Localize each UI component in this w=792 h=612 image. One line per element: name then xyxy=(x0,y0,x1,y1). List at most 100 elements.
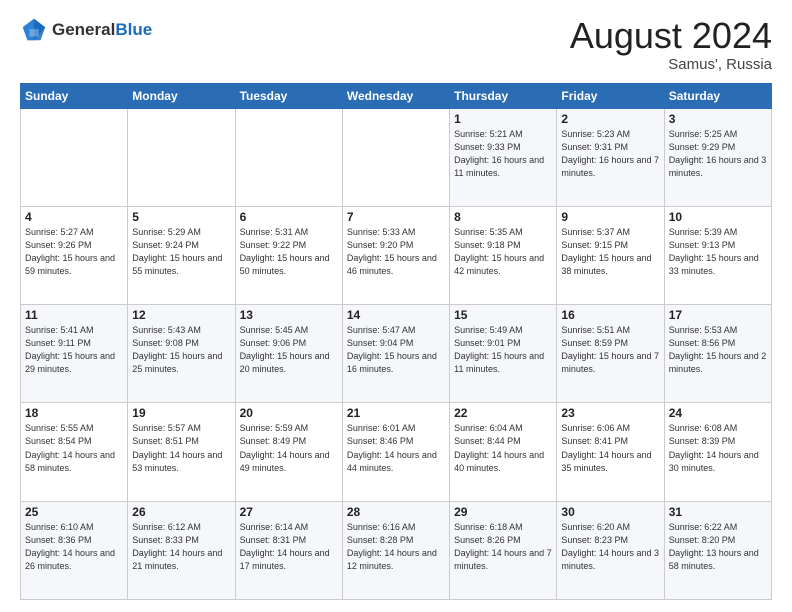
calendar-cell xyxy=(235,108,342,206)
calendar-cell xyxy=(128,108,235,206)
day-number: 18 xyxy=(25,406,123,420)
logo-blue: Blue xyxy=(115,20,152,39)
logo: GeneralBlue xyxy=(20,16,152,44)
day-info: Sunrise: 6:08 AMSunset: 8:39 PMDaylight:… xyxy=(669,422,767,474)
weekday-header-sunday: Sunday xyxy=(21,83,128,108)
logo-text: GeneralBlue xyxy=(52,21,152,40)
day-number: 11 xyxy=(25,308,123,322)
day-number: 31 xyxy=(669,505,767,519)
calendar-cell: 26 Sunrise: 6:12 AMSunset: 8:33 PMDayligh… xyxy=(128,501,235,599)
day-info: Sunrise: 6:04 AMSunset: 8:44 PMDaylight:… xyxy=(454,422,552,474)
header: GeneralBlue August 2024 Samus', Russia xyxy=(20,16,772,73)
calendar-cell xyxy=(21,108,128,206)
calendar-cell: 9Sunrise: 5:37 AMSunset: 9:15 PMDaylight… xyxy=(557,206,664,304)
day-info: Sunrise: 6:12 AMSunset: 8:33 PMDaylight:… xyxy=(132,521,230,573)
day-number: 14 xyxy=(347,308,445,322)
day-number: 27 xyxy=(240,505,338,519)
calendar-cell: 29Sunrise: 6:18 AMSunset: 8:26 PMDayligh… xyxy=(450,501,557,599)
day-info: Sunrise: 6:22 AMSunset: 8:20 PMDaylight:… xyxy=(669,521,767,573)
day-info: Sunrise: 5:21 AMSunset: 9:33 PMDaylight:… xyxy=(454,128,552,180)
calendar-cell: 31 Sunrise: 6:22 AMSunset: 8:20 PMDayligh… xyxy=(664,501,771,599)
calendar-cell: 5 Sunrise: 5:29 AMSunset: 9:24 PMDaylight… xyxy=(128,206,235,304)
day-info: Sunrise: 5:57 AMSunset: 8:51 PMDaylight:… xyxy=(132,422,230,474)
day-number: 22 xyxy=(454,406,552,420)
day-number: 23 xyxy=(561,406,659,420)
day-info: Sunrise: 5:41 AMSunset: 9:11 PMDaylight:… xyxy=(25,324,123,376)
day-info: Sunrise: 5:31 AMSunset: 9:22 PMDaylight:… xyxy=(240,226,338,278)
day-number: 24 xyxy=(669,406,767,420)
day-info: Sunrise: 6:18 AMSunset: 8:26 PMDaylight:… xyxy=(454,521,552,573)
day-info: Sunrise: 6:01 AMSunset: 8:46 PMDaylight:… xyxy=(347,422,445,474)
day-info: Sunrise: 5:29 AMSunset: 9:24 PMDaylight:… xyxy=(132,226,230,278)
day-number: 4 xyxy=(25,210,123,224)
day-info: Sunrise: 6:14 AMSunset: 8:31 PMDaylight:… xyxy=(240,521,338,573)
weekday-header-wednesday: Wednesday xyxy=(342,83,449,108)
calendar-week-5: 25 Sunrise: 6:10 AMSunset: 8:36 PMDayligh… xyxy=(21,501,772,599)
day-info: Sunrise: 5:53 AMSunset: 8:56 PMDaylight:… xyxy=(669,324,767,376)
calendar-cell: 23 Sunrise: 6:06 AMSunset: 8:41 PMDayligh… xyxy=(557,403,664,501)
day-info: Sunrise: 6:20 AMSunset: 8:23 PMDaylight:… xyxy=(561,521,659,573)
day-info: Sunrise: 5:39 AMSunset: 9:13 PMDaylight:… xyxy=(669,226,767,278)
day-number: 5 xyxy=(132,210,230,224)
day-number: 25 xyxy=(25,505,123,519)
day-info: Sunrise: 5:43 AMSunset: 9:08 PMDaylight:… xyxy=(132,324,230,376)
day-info: Sunrise: 5:55 AMSunset: 8:54 PMDaylight:… xyxy=(25,422,123,474)
day-number: 2 xyxy=(561,112,659,126)
day-number: 8 xyxy=(454,210,552,224)
weekday-header-thursday: Thursday xyxy=(450,83,557,108)
calendar-cell: 27 Sunrise: 6:14 AMSunset: 8:31 PMDayligh… xyxy=(235,501,342,599)
calendar-cell: 20Sunrise: 5:59 AMSunset: 8:49 PMDayligh… xyxy=(235,403,342,501)
day-info: Sunrise: 5:51 AMSunset: 8:59 PMDaylight:… xyxy=(561,324,659,376)
calendar-cell: 16 Sunrise: 5:51 AMSunset: 8:59 PMDayligh… xyxy=(557,305,664,403)
day-info: Sunrise: 6:16 AMSunset: 8:28 PMDaylight:… xyxy=(347,521,445,573)
calendar-cell: 11 Sunrise: 5:41 AMSunset: 9:11 PMDayligh… xyxy=(21,305,128,403)
day-number: 16 xyxy=(561,308,659,322)
day-number: 6 xyxy=(240,210,338,224)
calendar-cell: 19Sunrise: 5:57 AMSunset: 8:51 PMDayligh… xyxy=(128,403,235,501)
calendar-cell: 13 Sunrise: 5:45 AMSunset: 9:06 PMDayligh… xyxy=(235,305,342,403)
day-info: Sunrise: 5:23 AMSunset: 9:31 PMDaylight:… xyxy=(561,128,659,180)
calendar-cell: 21 Sunrise: 6:01 AMSunset: 8:46 PMDayligh… xyxy=(342,403,449,501)
day-number: 1 xyxy=(454,112,552,126)
day-number: 12 xyxy=(132,308,230,322)
calendar-table: SundayMondayTuesdayWednesdayThursdayFrid… xyxy=(20,83,772,600)
day-info: Sunrise: 5:45 AMSunset: 9:06 PMDaylight:… xyxy=(240,324,338,376)
location: Samus', Russia xyxy=(570,56,772,73)
day-number: 15 xyxy=(454,308,552,322)
day-number: 13 xyxy=(240,308,338,322)
calendar-cell: 17 Sunrise: 5:53 AMSunset: 8:56 PMDayligh… xyxy=(664,305,771,403)
day-info: Sunrise: 6:10 AMSunset: 8:36 PMDaylight:… xyxy=(25,521,123,573)
day-info: Sunrise: 5:27 AMSunset: 9:26 PMDaylight:… xyxy=(25,226,123,278)
calendar-cell: 22 Sunrise: 6:04 AMSunset: 8:44 PMDayligh… xyxy=(450,403,557,501)
calendar-cell: 3 Sunrise: 5:25 AMSunset: 9:29 PMDaylight… xyxy=(664,108,771,206)
day-number: 30 xyxy=(561,505,659,519)
weekday-header-row: SundayMondayTuesdayWednesdayThursdayFrid… xyxy=(21,83,772,108)
day-info: Sunrise: 5:49 AMSunset: 9:01 PMDaylight:… xyxy=(454,324,552,376)
calendar-cell: 12 Sunrise: 5:43 AMSunset: 9:08 PMDayligh… xyxy=(128,305,235,403)
day-number: 7 xyxy=(347,210,445,224)
weekday-header-saturday: Saturday xyxy=(664,83,771,108)
day-info: Sunrise: 5:25 AMSunset: 9:29 PMDaylight:… xyxy=(669,128,767,180)
calendar-cell xyxy=(342,108,449,206)
calendar-cell: 4 Sunrise: 5:27 AMSunset: 9:26 PMDaylight… xyxy=(21,206,128,304)
calendar-cell: 1 Sunrise: 5:21 AMSunset: 9:33 PMDaylight… xyxy=(450,108,557,206)
calendar-week-2: 4 Sunrise: 5:27 AMSunset: 9:26 PMDaylight… xyxy=(21,206,772,304)
month-year: August 2024 xyxy=(570,16,772,56)
weekday-header-friday: Friday xyxy=(557,83,664,108)
day-number: 10 xyxy=(669,210,767,224)
day-number: 3 xyxy=(669,112,767,126)
calendar-week-1: 1 Sunrise: 5:21 AMSunset: 9:33 PMDaylight… xyxy=(21,108,772,206)
calendar-cell: 2 Sunrise: 5:23 AMSunset: 9:31 PMDaylight… xyxy=(557,108,664,206)
calendar-cell: 15 Sunrise: 5:49 AMSunset: 9:01 PMDayligh… xyxy=(450,305,557,403)
day-number: 17 xyxy=(669,308,767,322)
page: GeneralBlue August 2024 Samus', Russia S… xyxy=(0,0,792,612)
calendar-cell: 6 Sunrise: 5:31 AMSunset: 9:22 PMDaylight… xyxy=(235,206,342,304)
calendar-cell: 30 Sunrise: 6:20 AMSunset: 8:23 PMDayligh… xyxy=(557,501,664,599)
day-info: Sunrise: 6:06 AMSunset: 8:41 PMDaylight:… xyxy=(561,422,659,474)
day-number: 21 xyxy=(347,406,445,420)
calendar-cell: 28Sunrise: 6:16 AMSunset: 8:28 PMDayligh… xyxy=(342,501,449,599)
calendar-cell: 14Sunrise: 5:47 AMSunset: 9:04 PMDayligh… xyxy=(342,305,449,403)
day-number: 26 xyxy=(132,505,230,519)
calendar-week-4: 18 Sunrise: 5:55 AMSunset: 8:54 PMDayligh… xyxy=(21,403,772,501)
weekday-header-monday: Monday xyxy=(128,83,235,108)
